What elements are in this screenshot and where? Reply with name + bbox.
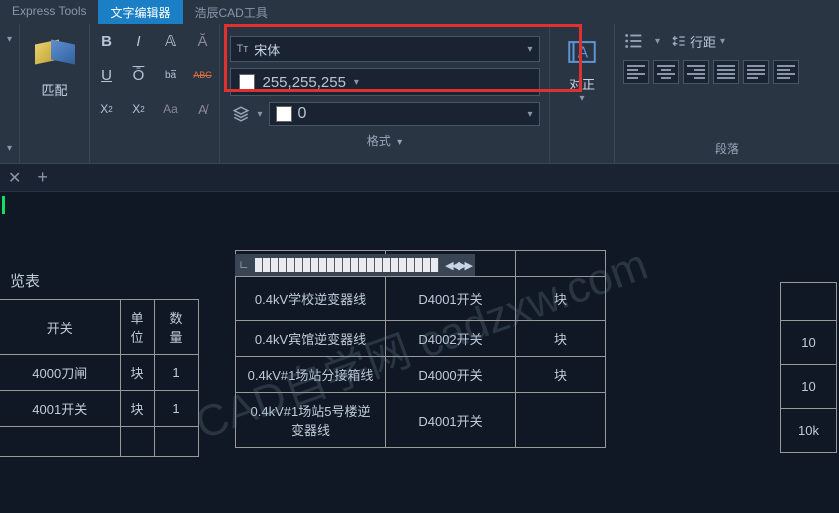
clear-format-button[interactable]: A̸	[192, 98, 214, 120]
table-row: 4001开关 块 1	[0, 391, 198, 427]
italic-button[interactable]: I	[128, 30, 150, 52]
char-button[interactable]: Ă	[192, 30, 214, 52]
mid-table: 0.4kV学校逆变器线 D4001开关 块 0.4kV宾馆逆变器线 D4002开…	[235, 250, 606, 448]
text-ruler[interactable]: ∟ ◀◀▶▶	[235, 254, 475, 276]
overline-button[interactable]: Ō	[128, 64, 150, 86]
layers-dd[interactable]: ▾	[258, 109, 263, 120]
format-group-label: 格式	[367, 134, 391, 148]
table-row	[0, 427, 198, 457]
table-row: 0.4kV学校逆变器线 D4001开关 块	[236, 277, 606, 321]
superscript-button[interactable]: X2	[96, 98, 118, 120]
match-button[interactable]: 匹配	[31, 30, 79, 103]
chevron-down-icon: ▾	[527, 109, 532, 120]
new-tab-button[interactable]: +	[29, 167, 56, 188]
match-label: 匹配	[41, 80, 67, 99]
align-dist-button[interactable]	[743, 60, 769, 84]
table-row: 0.4kV#1场站分接箱线 D4000开关 块	[236, 357, 606, 393]
close-tab-button[interactable]: ✕	[8, 168, 21, 188]
bold-button[interactable]: B	[96, 30, 118, 52]
ribbon-dd-1[interactable]: ▾	[0, 28, 21, 50]
table-row: 0.4kV#1场站5号楼逆变器线 D4001开关	[236, 393, 606, 448]
table-row: 4000刀闸 块 1	[0, 355, 198, 391]
ruler-corner-icon: ∟	[235, 256, 253, 274]
color-dropdown[interactable]: 255,255,255 ▾	[230, 68, 540, 96]
chevron-down-icon: ▾	[527, 44, 532, 55]
col-switch: 开关	[0, 300, 120, 355]
tab-cad-tools[interactable]: 浩辰CAD工具	[183, 0, 280, 24]
col-unit: 单位	[120, 300, 154, 355]
ribbon: ▾ ▾ 匹配 B I 𝔸 Ă U Ō ba	[0, 24, 839, 164]
align-left-button[interactable]	[623, 60, 649, 84]
ruler-handles-icon[interactable]: ◀◀▶▶	[441, 259, 475, 272]
match-icon	[35, 34, 75, 74]
justify-label: 对正	[569, 74, 595, 93]
bylayer-dropdown[interactable]: 0 ▾	[269, 102, 540, 126]
layers-icon[interactable]	[230, 105, 252, 123]
align-right-button[interactable]	[683, 60, 709, 84]
drawing-canvas[interactable]: CAD自学网 cadzxw.com 览表 开关 单位 数量 4000刀闸 块 1…	[0, 192, 839, 513]
line-spacing-button[interactable]: 行距 ▾	[670, 32, 725, 51]
chevron-down-icon: ▾	[354, 77, 359, 88]
align-buttons	[623, 60, 831, 84]
justify-button[interactable]: A 对正 ▾	[558, 30, 606, 108]
table-row: 10	[781, 365, 837, 409]
ruler-track[interactable]	[255, 258, 439, 272]
font-name: 宋体	[254, 40, 521, 59]
col-qty: 数量	[154, 300, 198, 355]
cursor-mark	[2, 196, 5, 214]
table-row: 10k	[781, 409, 837, 453]
justify-icon: A	[564, 34, 600, 70]
case-button[interactable]: Aa	[160, 98, 182, 120]
left-table-title: 览表	[0, 262, 198, 300]
truetype-icon: Tᴛ	[237, 43, 249, 55]
tab-text-editor[interactable]: 文字编辑器	[98, 0, 182, 24]
menu-tabs: Express Tools 文字编辑器 浩辰CAD工具	[0, 0, 839, 24]
bullets-button[interactable]	[623, 30, 645, 52]
align-justify-button[interactable]	[713, 60, 739, 84]
font-dropdown[interactable]: Tᴛ 宋体 ▾	[230, 36, 540, 62]
strike-button[interactable]: ABC	[192, 64, 214, 86]
underline-button[interactable]: U	[96, 64, 118, 86]
align-extra-button[interactable]	[773, 60, 799, 84]
color-swatch	[239, 74, 255, 90]
ribbon-dd-2[interactable]: ▾	[0, 137, 21, 159]
line-spacing-label: 行距	[690, 32, 716, 51]
doc-tab-bar: ✕ +	[0, 164, 839, 192]
paragraph-group-label: 段落	[715, 142, 739, 156]
table-row: 10	[781, 321, 837, 365]
tab-express[interactable]: Express Tools	[0, 0, 98, 24]
font-symbol-button[interactable]: 𝔸	[160, 30, 182, 52]
color-value: 255,255,255	[263, 74, 346, 91]
bullets-dd[interactable]: ▾	[655, 36, 660, 47]
justify-dd[interactable]: ▾	[579, 93, 584, 104]
svg-text:A: A	[578, 45, 589, 62]
bylayer-value: 0	[298, 105, 522, 123]
bylayer-swatch	[276, 106, 292, 122]
table-row: 0.4kV宾馆逆变器线 D4002开关 块	[236, 321, 606, 357]
subscript-button[interactable]: X2	[128, 98, 150, 120]
align-center-button[interactable]	[653, 60, 679, 84]
right-table: 10 10 10k	[780, 282, 837, 453]
format-expand[interactable]: ▾	[397, 137, 402, 148]
stack-button[interactable]: ba	[160, 64, 182, 86]
left-table: 览表 开关 单位 数量 4000刀闸 块 1 4001开关 块 1	[0, 262, 199, 457]
